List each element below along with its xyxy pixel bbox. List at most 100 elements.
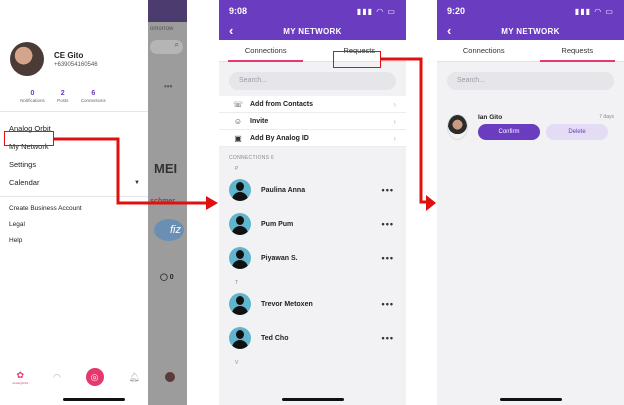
menu-item-create-business[interactable]: Create Business Account xyxy=(9,201,148,217)
request-body: Ian Gito 7 days Confirm Delete xyxy=(478,114,614,140)
network-tabs: Connections Requests xyxy=(437,40,624,62)
index-letter: T xyxy=(235,280,239,286)
status-icons: ▮▮▮ ◠ ▭ xyxy=(574,6,614,16)
more-options-icon[interactable]: ••• xyxy=(382,185,394,195)
home-tab-label: AnalogOrbit xyxy=(12,380,29,385)
chevron-right-icon: › xyxy=(393,116,396,126)
option-label: Add from Contacts xyxy=(250,100,313,108)
request-header: Ian Gito 7 days xyxy=(478,114,614,121)
avatar xyxy=(229,179,251,201)
contact-row[interactable]: Ted Cho ••• xyxy=(219,321,406,355)
stat-value: 2 xyxy=(60,90,65,97)
home-tab[interactable]: ✿ AnalogOrbit xyxy=(12,370,28,385)
menu-item-calendar[interactable]: Calendar ▼ xyxy=(9,174,148,192)
avatar[interactable] xyxy=(447,114,468,140)
dimmed-header-text: omorrow xyxy=(150,26,174,32)
contact-name: Piyawan S. xyxy=(261,254,298,262)
contact-row[interactable]: Piyawan S. ••• xyxy=(219,241,406,275)
more-icon: ••• xyxy=(164,82,173,91)
request-item: Ian Gito 7 days Confirm Delete xyxy=(437,96,624,140)
drawer-profile[interactable]: CE Gito +639054160546 xyxy=(0,22,148,76)
stat-connections[interactable]: 6 Connections xyxy=(81,90,106,103)
back-arrow-icon[interactable]: ‹ xyxy=(447,23,452,38)
avatar xyxy=(229,247,251,269)
menu-item-label: Help xyxy=(9,237,23,244)
search-input[interactable]: Search... xyxy=(229,72,396,90)
network-icon[interactable]: ◠ xyxy=(53,372,61,383)
menu-item-legal[interactable]: Legal xyxy=(9,217,148,233)
id-card-icon: ▣ xyxy=(234,133,242,143)
profile-stats: 0 Notifications 2 Posts 6 Connections xyxy=(0,76,124,103)
stat-value: 0 xyxy=(30,90,35,97)
confirm-button[interactable]: Confirm xyxy=(478,124,540,140)
post-logo-mei: MEI xyxy=(154,161,178,176)
search-icon: ⌕ xyxy=(150,40,183,54)
avatar xyxy=(229,327,251,349)
delete-button[interactable]: Delete xyxy=(546,124,608,140)
request-age: 7 days xyxy=(599,114,614,120)
dimmed-background[interactable]: omorrow ⌕ ••• MEI schmer fiz ◯ 0 xyxy=(148,0,187,405)
more-options-icon[interactable]: ••• xyxy=(382,253,394,263)
contact-row[interactable]: Paulina Anna ••• xyxy=(219,173,406,207)
status-icons: ▮▮▮ ◠ ▭ xyxy=(356,6,396,16)
stat-notifications[interactable]: 0 Notifications xyxy=(20,90,45,103)
contact-row[interactable]: Trevor Metoxen ••• xyxy=(219,287,406,321)
option-add-by-analog-id[interactable]: ▣ Add By Analog ID › xyxy=(219,130,406,147)
connections-section-title: CONNECTIONS 6 xyxy=(229,155,275,161)
search-input[interactable]: Search... xyxy=(447,72,614,90)
menu-item-help[interactable]: Help xyxy=(9,233,148,249)
phone-drawer-screen: omorrow ⌕ ••• MEI schmer fiz ◯ 0 CE Gito… xyxy=(0,0,187,405)
contact-row[interactable]: Pum Pum ••• xyxy=(219,207,406,241)
create-post-button[interactable]: ◎ xyxy=(85,368,104,386)
profile-phone: +639054160546 xyxy=(54,61,98,68)
drawer-menu: Analog Orbit My Network Settings Calenda… xyxy=(0,112,148,192)
drawer-status-area xyxy=(0,0,148,22)
chevron-right-icon: › xyxy=(393,99,396,109)
profile-tab-avatar[interactable] xyxy=(164,372,175,382)
page-title: MY NETWORK xyxy=(283,26,342,36)
tab-connections[interactable]: Connections xyxy=(219,40,313,62)
tab-connections[interactable]: Connections xyxy=(437,40,531,61)
stat-value: 6 xyxy=(91,90,96,97)
stat-label: Posts xyxy=(57,98,69,103)
more-options-icon[interactable]: ••• xyxy=(382,299,394,309)
stat-label: Notifications xyxy=(20,98,45,103)
request-actions: Confirm Delete xyxy=(478,124,614,140)
comment-count-value: 0 xyxy=(169,274,174,281)
option-invite[interactable]: ☺ Invite › xyxy=(219,113,406,130)
menu-item-label: Create Business Account xyxy=(9,205,82,212)
stat-label: Connections xyxy=(80,98,106,103)
bell-icon[interactable]: 🔔︎ xyxy=(128,372,139,383)
requester-name: Ian Gito xyxy=(478,114,503,121)
avatar xyxy=(229,213,251,235)
option-label: Add By Analog ID xyxy=(250,134,309,142)
avatar[interactable] xyxy=(10,42,44,76)
arrowhead-network xyxy=(206,196,218,210)
more-options-icon[interactable]: ••• xyxy=(382,219,394,229)
post-logo-brand: schmer xyxy=(150,198,175,205)
avatar xyxy=(229,293,251,315)
menu-item-settings[interactable]: Settings xyxy=(9,156,148,174)
status-bar: 9:20 ▮▮▮ ◠ ▭ xyxy=(437,0,624,22)
comment-count: ◯ 0 xyxy=(160,274,174,281)
post-logo-pfizer: fiz xyxy=(154,219,184,241)
index-letter: V xyxy=(235,360,239,366)
orbit-icon: ✿ xyxy=(16,369,25,380)
more-options-icon[interactable]: ••• xyxy=(382,333,394,343)
phone-my-network-requests: 9:20 ▮▮▮ ◠ ▭ ‹ MY NETWORK Connections Re… xyxy=(437,0,624,405)
profile-name: CE Gito xyxy=(54,50,84,60)
contact-name: Paulina Anna xyxy=(261,186,306,194)
menu-item-label: Legal xyxy=(9,221,25,228)
menu-item-label: Calendar xyxy=(9,178,40,187)
highlight-my-network xyxy=(4,131,54,146)
back-arrow-icon[interactable]: ‹ xyxy=(229,23,234,38)
highlight-requests-tab xyxy=(333,51,381,68)
person-icon: ☺ xyxy=(233,116,243,126)
option-label: Invite xyxy=(250,117,269,125)
index-letter: P xyxy=(235,166,239,172)
tab-requests[interactable]: Requests xyxy=(531,40,624,62)
option-add-from-contacts[interactable]: ☏ Add from Contacts › xyxy=(219,96,406,113)
chevron-right-icon: › xyxy=(393,133,396,143)
status-time: 9:20 xyxy=(447,6,466,16)
stat-posts[interactable]: 2 Posts xyxy=(57,90,68,103)
